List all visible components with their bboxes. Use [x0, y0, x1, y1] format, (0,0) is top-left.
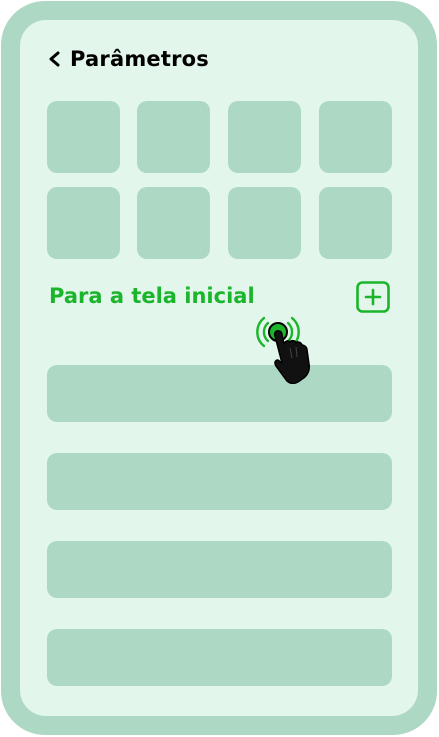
- grid-tile[interactable]: [228, 187, 301, 259]
- grid-tile[interactable]: [47, 101, 120, 173]
- grid-tile[interactable]: [47, 187, 120, 259]
- plus-box-icon[interactable]: [356, 281, 390, 313]
- grid-tile[interactable]: [137, 187, 210, 259]
- header: Parâmetros: [46, 44, 209, 74]
- tap-hand-icon: [256, 316, 310, 384]
- grid-tile[interactable]: [228, 101, 301, 173]
- add-to-home-screen-label[interactable]: Para a tela inicial: [49, 284, 255, 308]
- page-title: Parâmetros: [70, 47, 209, 71]
- list-item[interactable]: [47, 541, 392, 598]
- list-item[interactable]: [47, 365, 392, 422]
- grid-tile[interactable]: [319, 187, 392, 259]
- grid-tile[interactable]: [319, 101, 392, 173]
- chevron-left-icon[interactable]: [46, 50, 64, 68]
- list-item[interactable]: [47, 629, 392, 686]
- list-item[interactable]: [47, 453, 392, 510]
- grid-tile[interactable]: [137, 101, 210, 173]
